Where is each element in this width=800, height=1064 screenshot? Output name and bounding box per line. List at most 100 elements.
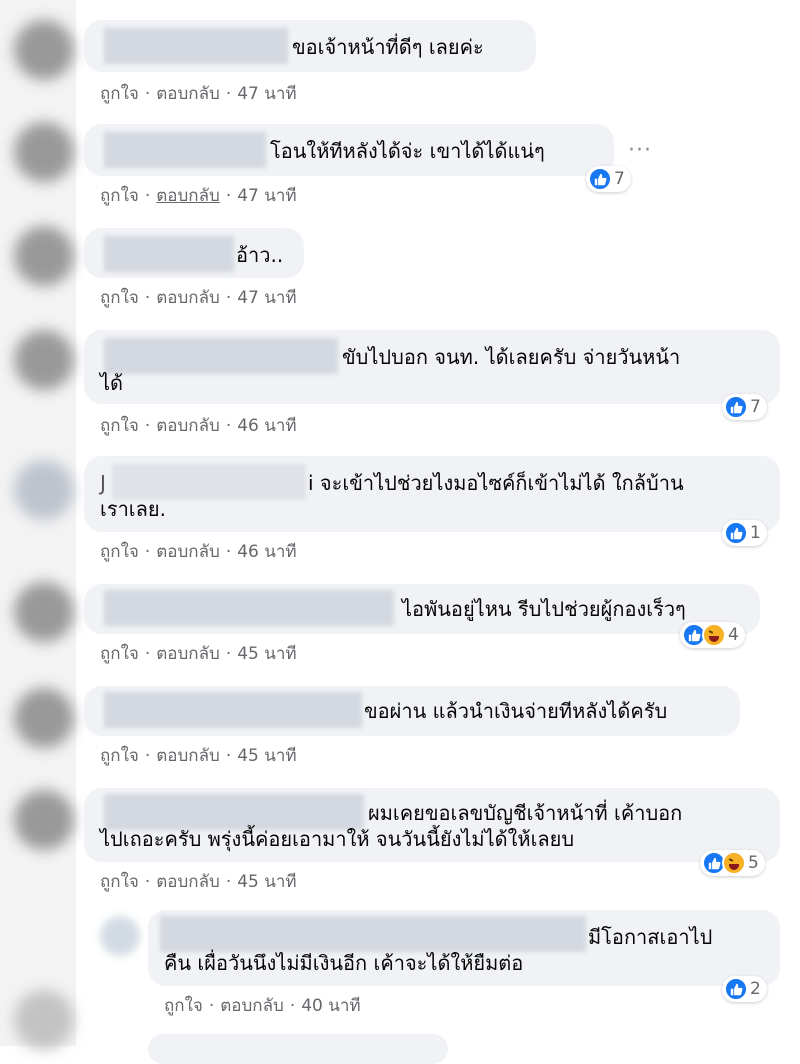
comment-actions: ถูกใจ · ตอบกลับ · 45 นาที (100, 742, 297, 769)
reaction-number: 7 (614, 169, 625, 189)
comment-text-line2: เราเลย. (100, 497, 166, 521)
separator: · (144, 288, 151, 308)
timestamp[interactable]: 45 นาที (237, 742, 296, 769)
timestamp[interactable]: 47 นาที (237, 80, 296, 107)
commenter-name[interactable] (104, 590, 394, 626)
like-link[interactable]: ถูกใจ (100, 640, 139, 667)
separator: · (225, 416, 232, 436)
separator: · (208, 996, 215, 1016)
comment-text: ขับไปบอก จนท. ได้เลยครับ จ่ายวันหน้า (342, 345, 681, 369)
separator: · (225, 84, 232, 104)
like-link[interactable]: ถูกใจ (100, 284, 139, 311)
comment-text: i จะเข้าไปช่วยไงมอไซค์ก็เข้าไม่ได้ ใกล้บ… (308, 471, 684, 495)
reaction-number: 7 (750, 397, 761, 417)
reaction-number: 1 (750, 523, 761, 543)
like-link[interactable]: ถูกใจ (100, 412, 139, 439)
like-icon (724, 521, 748, 545)
separator: · (225, 288, 232, 308)
avatar[interactable] (14, 226, 74, 286)
reply-link[interactable]: ตอบกลับ (156, 640, 220, 667)
haha-icon (722, 851, 746, 875)
commenter-name[interactable] (104, 338, 338, 374)
commenter-name[interactable] (104, 28, 288, 64)
reaction-count[interactable]: 7 (586, 166, 631, 192)
separator: · (144, 746, 151, 766)
reply-commenter-name[interactable] (160, 916, 586, 952)
reaction-count[interactable]: 7 (722, 394, 767, 420)
reaction-count[interactable]: 4 (680, 622, 745, 648)
like-link[interactable]: ถูกใจ (100, 80, 139, 107)
like-icon (588, 167, 612, 191)
like-link[interactable]: ถูกใจ (164, 992, 203, 1019)
separator: · (144, 644, 151, 664)
avatar[interactable] (14, 460, 74, 520)
commenter-name[interactable] (104, 236, 234, 272)
reply-link[interactable]: ตอบกลับ (156, 284, 220, 311)
comment-actions: ถูกใจ · ตอบกลับ · 47 นาที (100, 80, 297, 107)
separator: · (225, 746, 232, 766)
avatar[interactable] (14, 20, 74, 80)
avatar-column (0, 0, 76, 1050)
separator: · (144, 84, 151, 104)
reaction-count[interactable]: 1 (722, 520, 767, 546)
comment-actions: ถูกใจ · ตอบกลับ · 47 นาที (100, 182, 297, 209)
comment-actions: ถูกใจ · ตอบกลับ · 45 นาที (100, 640, 297, 667)
comment-actions: ถูกใจ · ตอบกลับ · 47 นาที (100, 284, 297, 311)
next-reply-bubble (148, 1034, 448, 1064)
separator: · (225, 542, 232, 562)
timestamp[interactable]: 46 นาที (237, 412, 296, 439)
like-link[interactable]: ถูกใจ (100, 538, 139, 565)
separator: · (225, 872, 232, 892)
separator: · (144, 416, 151, 436)
reply-text: มีโอกาสเอาไป (588, 925, 713, 949)
reply-link[interactable]: ตอบกลับ (220, 992, 284, 1019)
reply-link[interactable]: ตอบกลับ (156, 182, 220, 209)
reply-link[interactable]: ตอบกลับ (156, 868, 220, 895)
commenter-name[interactable] (104, 132, 266, 168)
reply-avatar[interactable] (100, 916, 140, 956)
comment-text-line2: ได้ (100, 371, 124, 395)
timestamp[interactable]: 47 นาที (237, 284, 296, 311)
like-link[interactable]: ถูกใจ (100, 182, 139, 209)
reply-link[interactable]: ตอบกลับ (156, 412, 220, 439)
reply-link[interactable]: ตอบกลับ (156, 742, 220, 769)
timestamp[interactable]: 47 นาที (237, 182, 296, 209)
reaction-count[interactable]: 5 (700, 850, 765, 876)
comment-text: โอนให้ทีหลังได้จ่ะ เขาได้ได้แน่ๆ (270, 139, 545, 163)
haha-icon (702, 623, 726, 647)
timestamp[interactable]: 45 นาที (237, 868, 296, 895)
separator: · (225, 644, 232, 664)
comment-text: ขอเจ้าหน้าที่ดีๆ เลยค่ะ (292, 35, 484, 59)
avatar[interactable] (14, 330, 74, 390)
reaction-number: 2 (750, 979, 761, 999)
reply-text-line2: คืน เผื่อวันนึงไม่มีเงินอีก เค้าจะได้ให้… (164, 951, 524, 975)
timestamp[interactable]: 45 นาที (237, 640, 296, 667)
avatar[interactable] (14, 790, 74, 850)
timestamp[interactable]: 46 นาที (237, 538, 296, 565)
timestamp[interactable]: 40 นาที (301, 992, 360, 1019)
separator: · (144, 542, 151, 562)
avatar[interactable] (14, 582, 74, 642)
reaction-count[interactable]: 2 (722, 976, 767, 1002)
more-options-icon[interactable]: ··· (628, 138, 652, 163)
comment-actions: ถูกใจ · ตอบกลับ · 46 นาที (100, 538, 297, 565)
separator: · (289, 996, 296, 1016)
separator: · (225, 186, 232, 206)
reply-link[interactable]: ตอบกลับ (156, 538, 220, 565)
comment-text: อ้าว.. (236, 243, 284, 267)
avatar[interactable] (14, 688, 74, 748)
comment-actions: ถูกใจ · ตอบกลับ · 45 นาที (100, 868, 297, 895)
comment-text: ไอพันอยู่ไหน รีบไปช่วยผู้กองเร็วๆ (402, 597, 686, 621)
comment-actions: ถูกใจ · ตอบกลับ · 46 นาที (100, 412, 297, 439)
reply-actions: ถูกใจ · ตอบกลับ · 40 นาที (164, 992, 361, 1019)
separator: · (144, 872, 151, 892)
like-link[interactable]: ถูกใจ (100, 742, 139, 769)
avatar[interactable] (14, 990, 74, 1050)
reply-link[interactable]: ตอบกลับ (156, 80, 220, 107)
avatar[interactable] (14, 122, 74, 182)
comment-text: ขอผ่าน แล้วนำเงินจ่ายทีหลังได้ครับ (364, 699, 668, 723)
commenter-name[interactable] (104, 692, 362, 728)
like-link[interactable]: ถูกใจ (100, 868, 139, 895)
reaction-number: 4 (728, 625, 739, 645)
like-icon (724, 977, 748, 1001)
